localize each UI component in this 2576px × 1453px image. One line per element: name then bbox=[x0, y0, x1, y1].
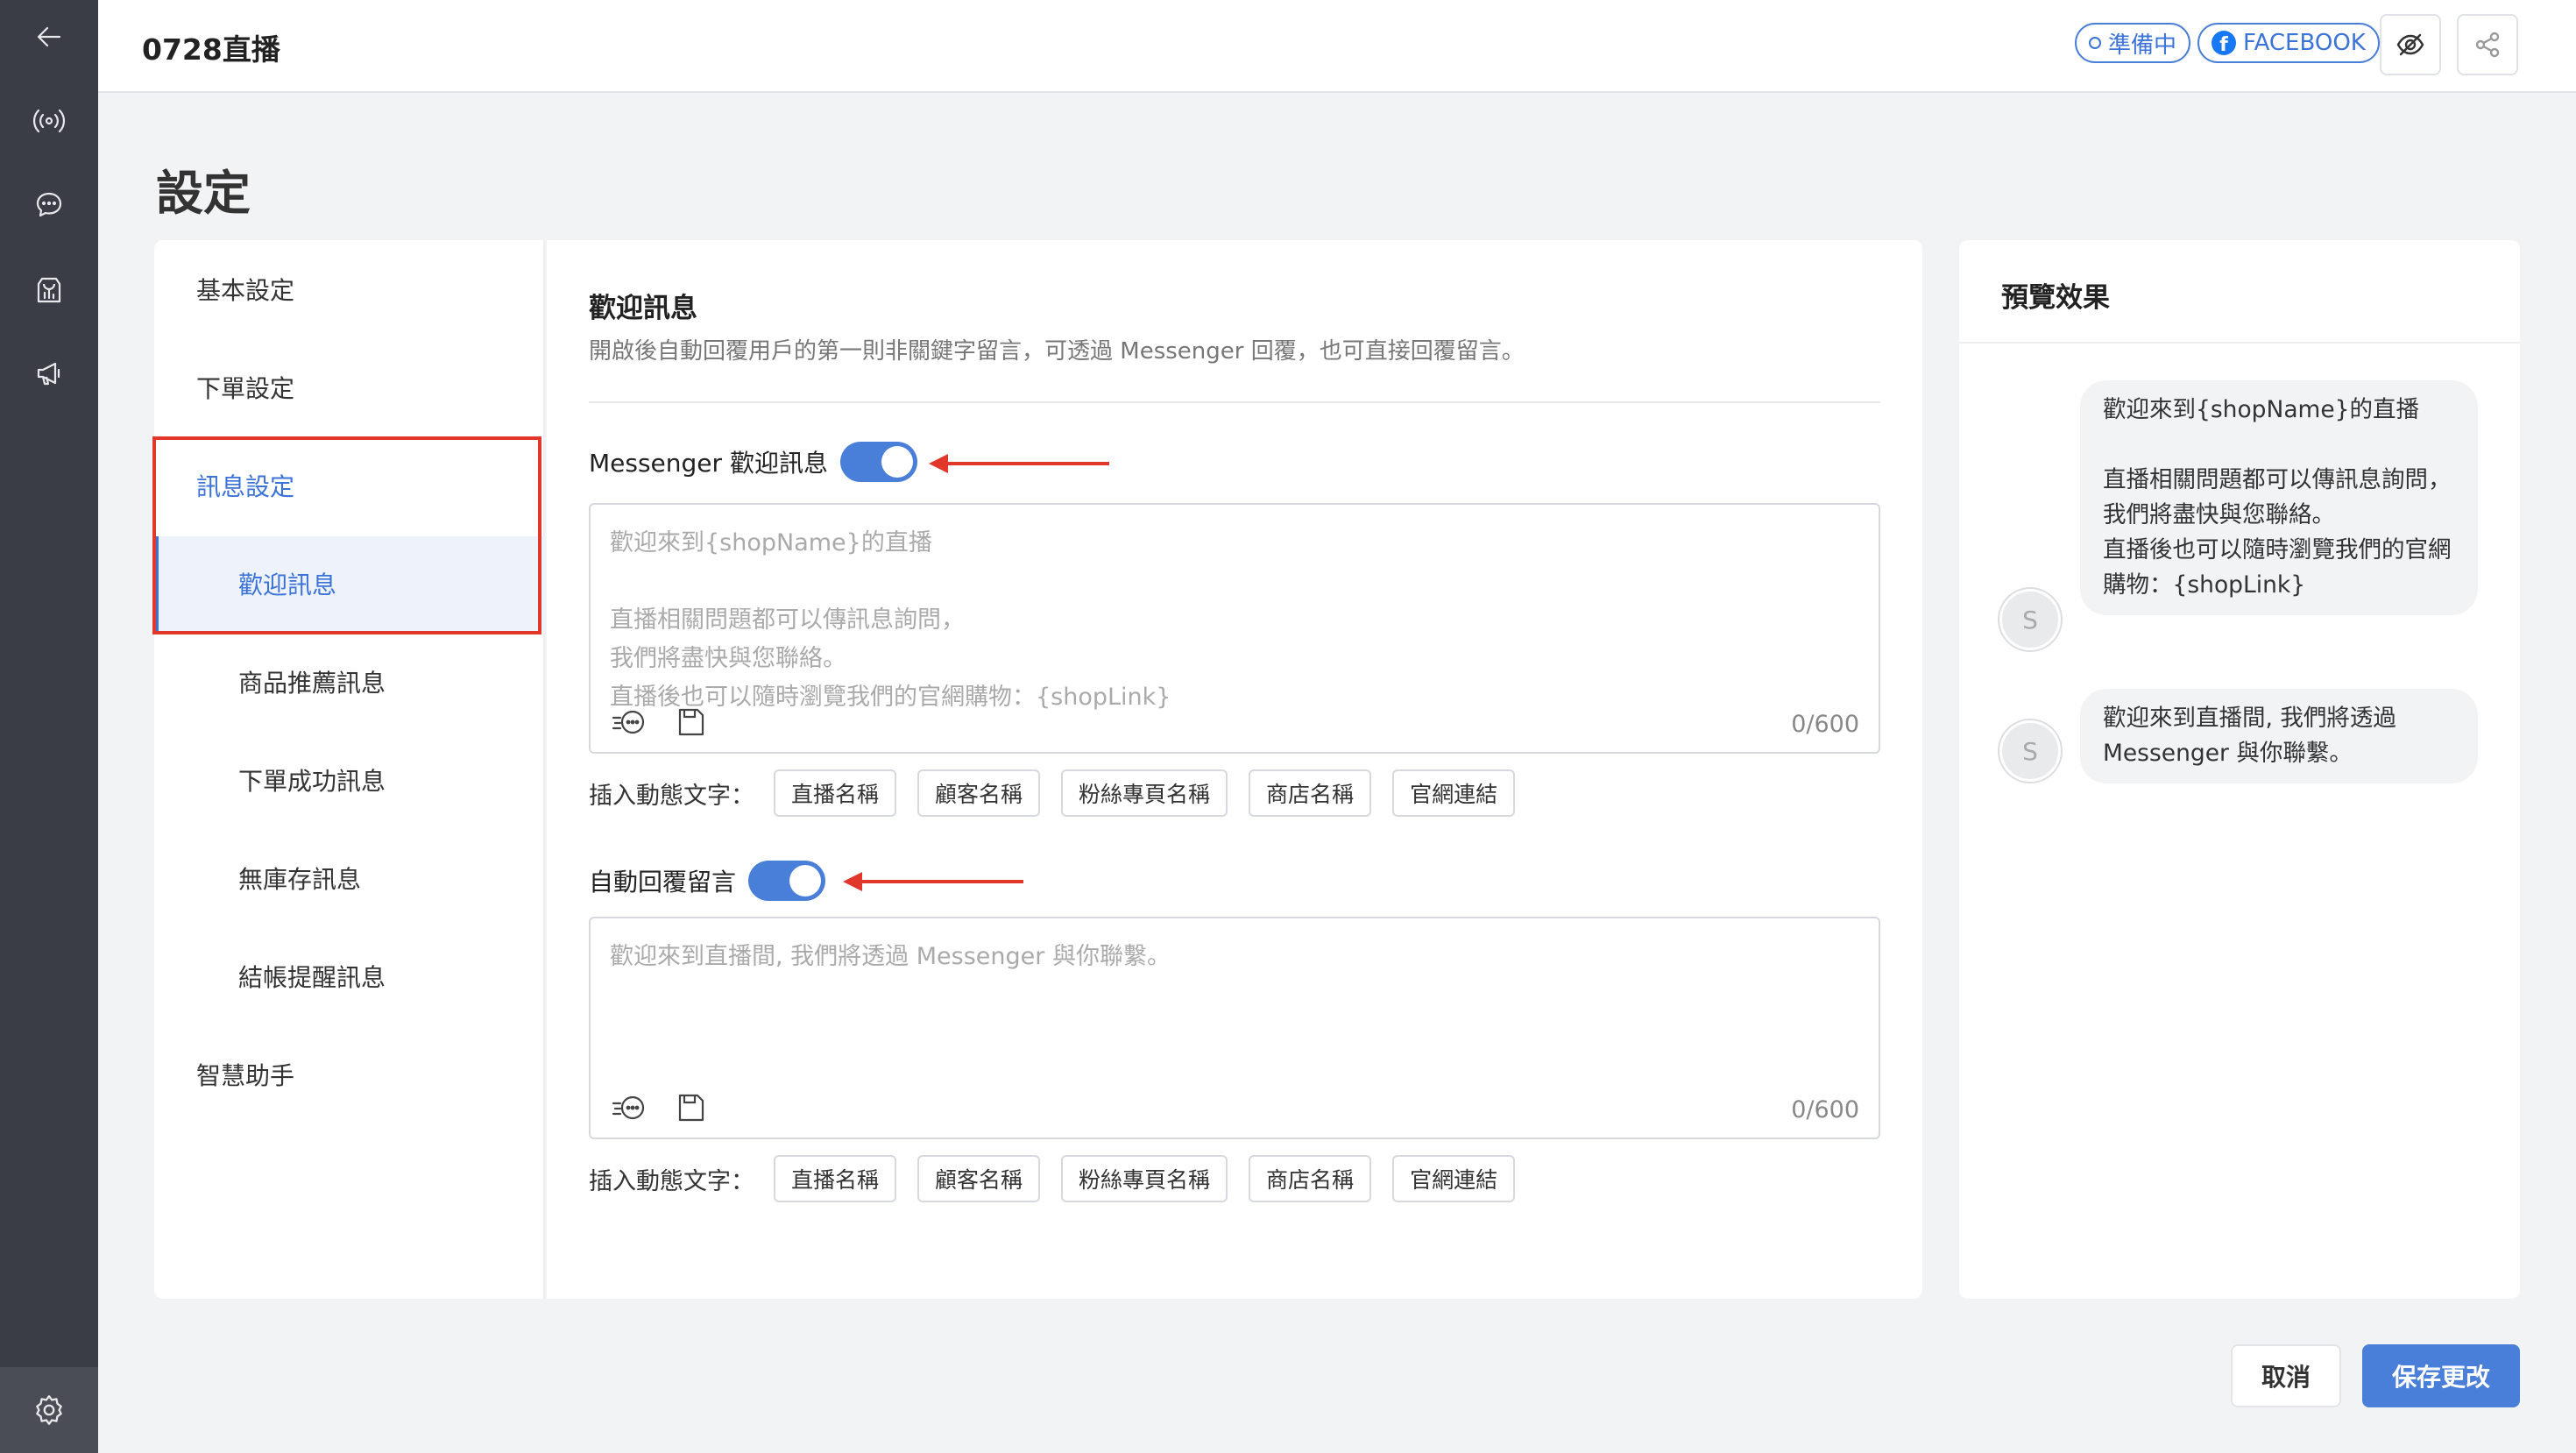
nav-product-recommend[interactable]: 商品推薦訊息 bbox=[154, 647, 545, 717]
share-button[interactable] bbox=[2457, 14, 2518, 75]
live-title: 0728直播 bbox=[142, 32, 280, 67]
insert-live-name-button[interactable]: 直播名稱 bbox=[774, 769, 897, 817]
broadcast-icon[interactable] bbox=[0, 86, 98, 156]
annotation-arrow-icon bbox=[929, 454, 1109, 473]
messenger-message-input[interactable]: 歡迎來到{shopName}的直播 直播相關問題都可以傳訊息詢問， 我們將盡快與… bbox=[589, 503, 1880, 754]
insert-shop-name-button[interactable]: 商店名稱 bbox=[1249, 769, 1372, 817]
toggle-knob bbox=[881, 446, 913, 478]
section-title: 歡迎訊息 bbox=[589, 293, 697, 324]
cancel-button[interactable]: 取消 bbox=[2231, 1344, 2341, 1407]
insert-fanpage-name-button[interactable]: 粉絲專頁名稱 bbox=[1061, 769, 1228, 817]
insert-shop-name-button[interactable]: 商店名稱 bbox=[1249, 1155, 1372, 1202]
auto-reply-toggle-label: 自動回覆留言 bbox=[589, 868, 737, 897]
insert-label: 插入動態文字： bbox=[589, 782, 754, 810]
divider bbox=[589, 401, 1880, 403]
insert-website-link-button[interactable]: 官網連結 bbox=[1392, 769, 1516, 817]
welcome-message-panel: 歡迎訊息 開啟後自動回覆用戶的第一則非關鍵字留言，可透過 Messenger 回… bbox=[547, 240, 1922, 1299]
chat-icon[interactable] bbox=[0, 170, 98, 240]
emoji-chat-icon[interactable] bbox=[612, 705, 647, 740]
section-description: 開啟後自動回覆用戶的第一則非關鍵字留言，可透過 Messenger 回覆，也可直… bbox=[589, 338, 1525, 365]
platform-badge: f FACEBOOK bbox=[2197, 23, 2380, 63]
insert-customer-name-button[interactable]: 顧客名稱 bbox=[917, 1155, 1041, 1202]
messenger-placeholder: 歡迎來到{shopName}的直播 直播相關問題都可以傳訊息詢問， 我們將盡快與… bbox=[610, 529, 1171, 711]
save-template-icon[interactable] bbox=[673, 1090, 708, 1125]
nav-smart-assistant[interactable]: 智慧助手 bbox=[154, 1039, 545, 1109]
divider bbox=[1959, 342, 2520, 344]
toggle-knob bbox=[789, 865, 822, 897]
preview-bubble-messenger: 歡迎來到{shopName}的直播 直播相關問題都可以傳訊息詢問， 我們將盡快與… bbox=[2080, 380, 2478, 615]
nav-out-of-stock[interactable]: 無庫存訊息 bbox=[154, 843, 545, 913]
settings-nav: 基本設定 下單設定 訊息設定 歡迎訊息 商品推薦訊息 下單成功訊息 無庫存訊息 … bbox=[154, 240, 545, 1299]
status-text: 準備中 bbox=[2108, 32, 2177, 59]
auto-reply-toggle[interactable] bbox=[748, 861, 826, 901]
share-icon bbox=[2475, 32, 2500, 58]
save-changes-button[interactable]: 保存更改 bbox=[2362, 1344, 2520, 1407]
insert-fanpage-name-button[interactable]: 粉絲專頁名稱 bbox=[1061, 1155, 1228, 1202]
insert-label: 插入動態文字： bbox=[589, 1167, 754, 1195]
insert-website-link-button[interactable]: 官網連結 bbox=[1392, 1155, 1516, 1202]
messenger-toggle-row: Messenger 歡迎訊息 bbox=[589, 442, 917, 482]
preview-title: 預覽效果 bbox=[2001, 282, 2110, 314]
bubble-line: 我們將盡快與您聯絡。 bbox=[2103, 501, 2335, 528]
insert-live-name-button[interactable]: 直播名稱 bbox=[774, 1155, 897, 1202]
nav-order-settings[interactable]: 下單設定 bbox=[154, 352, 545, 422]
emoji-chat-icon[interactable] bbox=[612, 1090, 647, 1125]
nav-order-success[interactable]: 下單成功訊息 bbox=[154, 745, 545, 815]
preview-bubble-auto-reply: 歡迎來到直播間, 我們將透過 Messenger 與你聯繫。 bbox=[2080, 689, 2478, 783]
back-arrow-icon[interactable] bbox=[0, 2, 98, 72]
bubble-line bbox=[2103, 428, 2457, 463]
auto-reply-toggle-row: 自動回覆留言 bbox=[589, 861, 826, 901]
insert-dynamic-text-row: 插入動態文字： 直播名稱 顧客名稱 粉絲專頁名稱 商店名稱 官網連結 bbox=[589, 1155, 1516, 1202]
auto-reply-placeholder: 歡迎來到直播間, 我們將透過 Messenger 與你聯繫。 bbox=[610, 943, 1171, 970]
platform-text: FACEBOOK bbox=[2243, 30, 2366, 56]
side-rail bbox=[0, 0, 98, 1453]
auto-reply-char-counter: 0/600 bbox=[1791, 1096, 1859, 1123]
top-bar: 0728直播 準備中 f FACEBOOK bbox=[98, 0, 2576, 93]
annotation-arrow-icon bbox=[843, 872, 1023, 891]
bubble-line: 直播相關問題都可以傳訊息詢問， bbox=[2103, 466, 2452, 493]
bubble-line: 直播後也可以隨時瀏覽我們的官網購物：{shopLink} bbox=[2103, 536, 2452, 599]
insert-dynamic-text-row: 插入動態文字： 直播名稱 顧客名稱 粉絲專頁名稱 商店名稱 官網連結 bbox=[589, 769, 1516, 817]
avatar: S bbox=[1999, 589, 2061, 650]
highlight-box bbox=[152, 436, 541, 634]
status-dot-icon bbox=[2089, 37, 2101, 49]
settings-gear-icon[interactable] bbox=[0, 1367, 98, 1453]
messenger-char-counter: 0/600 bbox=[1791, 711, 1859, 738]
auto-reply-message-input[interactable]: 歡迎來到直播間, 我們將透過 Messenger 與你聯繫。 0/600 bbox=[589, 917, 1880, 1139]
hide-preview-button[interactable] bbox=[2380, 14, 2441, 75]
eye-off-icon bbox=[2396, 33, 2424, 56]
avatar: S bbox=[1999, 720, 2061, 782]
page-title: 設定 bbox=[156, 166, 251, 221]
save-template-icon[interactable] bbox=[673, 705, 708, 740]
messenger-toggle-label: Messenger 歡迎訊息 bbox=[589, 449, 828, 478]
bubble-line: 歡迎來到{shopName}的直播 bbox=[2103, 396, 2420, 423]
status-badge: 準備中 bbox=[2075, 23, 2191, 63]
insert-customer-name-button[interactable]: 顧客名稱 bbox=[917, 769, 1041, 817]
megaphone-icon[interactable] bbox=[0, 338, 98, 408]
shop-stats-icon[interactable] bbox=[0, 254, 98, 324]
nav-checkout-reminder[interactable]: 結帳提醒訊息 bbox=[154, 941, 545, 1011]
facebook-icon: f bbox=[2212, 31, 2236, 55]
messenger-toggle[interactable] bbox=[839, 442, 917, 482]
nav-basic-settings[interactable]: 基本設定 bbox=[154, 254, 545, 324]
preview-panel: 預覽效果 歡迎來到{shopName}的直播 直播相關問題都可以傳訊息詢問， 我… bbox=[1959, 240, 2520, 1299]
bubble-line: 歡迎來到直播間, 我們將透過 Messenger 與你聯繫。 bbox=[2103, 705, 2404, 767]
